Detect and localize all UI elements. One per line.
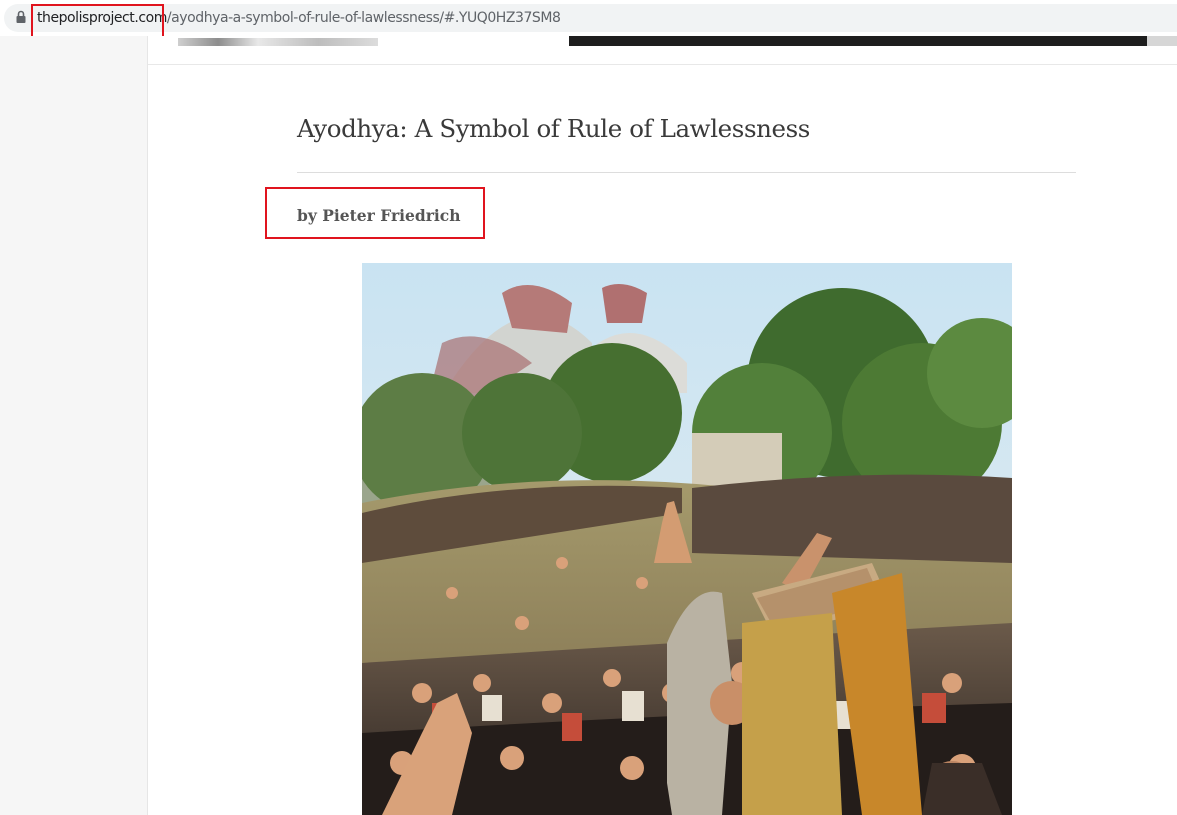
lock-icon[interactable]: [16, 10, 26, 24]
article-byline: by Pieter Friedrich: [297, 206, 461, 225]
url-text[interactable]: thepolisproject.com/ayodhya-a-symbol-of-…: [37, 9, 561, 27]
article-title: Ayodhya: A Symbol of Rule of Lawlessness: [297, 114, 810, 143]
url-path: /ayodhya-a-symbol-of-rule-of-lawlessness…: [166, 10, 561, 26]
article-photo: [362, 263, 1012, 815]
header-image-edge: [1147, 36, 1177, 46]
crowd-at-domes-photo: [362, 263, 1012, 815]
site-header-image-strip: [148, 36, 1177, 46]
left-sidebar-gutter: [0, 36, 148, 815]
header-image-fragment: [178, 38, 378, 46]
header-banner-dark: [569, 36, 1147, 46]
url-domain: thepolisproject.com: [37, 10, 167, 26]
header-divider: [148, 64, 1177, 65]
title-divider: [297, 172, 1076, 173]
browser-address-bar[interactable]: thepolisproject.com/ayodhya-a-symbol-of-…: [0, 0, 1177, 36]
